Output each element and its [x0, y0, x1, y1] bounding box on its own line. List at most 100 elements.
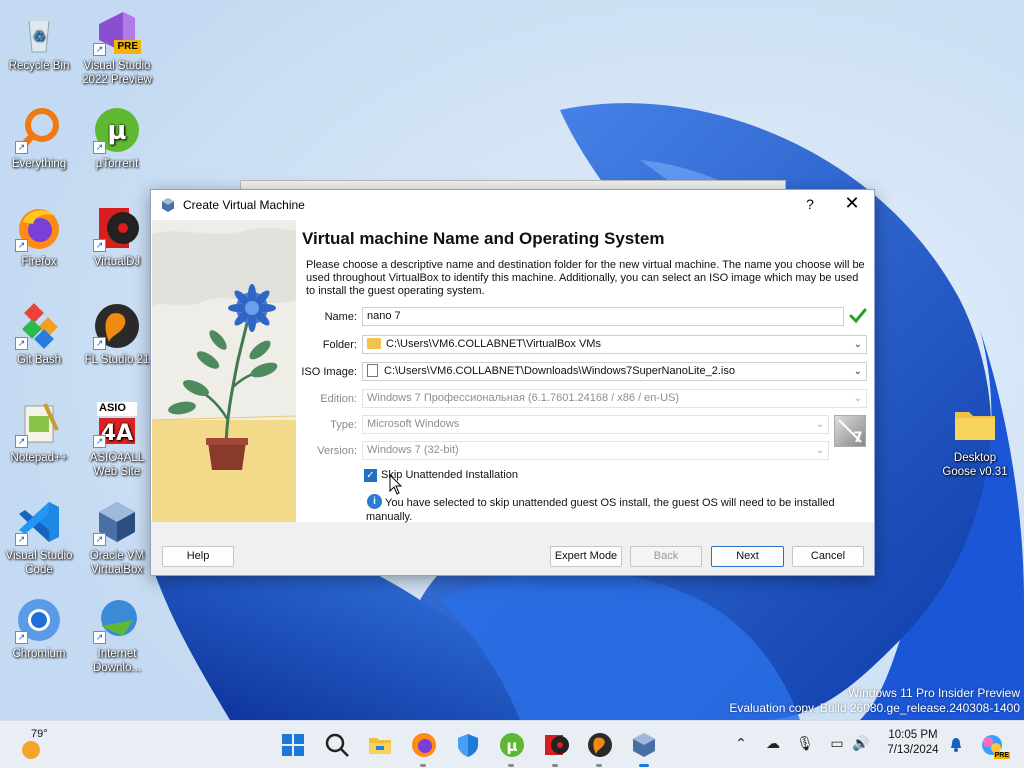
desktop-icon-virtualdj[interactable]: ↗ VirtualDJ — [78, 204, 156, 269]
firefox-taskbar-icon[interactable] — [410, 731, 438, 759]
iso-image-select[interactable]: C:\Users\VM6.COLLABNET\Downloads\Windows… — [362, 362, 867, 381]
dialog-title: Create Virtual Machine — [183, 197, 305, 212]
recycle-bin-icon: ♻ — [15, 8, 63, 56]
edition-select[interactable]: Windows 7 Профессиональная (6.1.7601.241… — [362, 389, 867, 408]
preview-badge: PRE — [114, 40, 141, 54]
chevron-down-icon: ⌄ — [815, 445, 824, 456]
chevron-down-icon[interactable]: ⌄ — [854, 363, 862, 380]
shortcut-arrow-icon: ↗ — [15, 239, 28, 252]
display-icon[interactable]: ▭ — [827, 735, 847, 752]
next-button[interactable]: Next — [711, 546, 784, 567]
weather-widget[interactable]: 79° — [18, 727, 78, 763]
folder-label: Folder: — [322, 339, 357, 351]
folder-select[interactable]: C:\Users\VM6.COLLABNET\VirtualBox VMs ⌄ — [362, 335, 867, 354]
create-vm-dialog: Create Virtual Machine ? ✕ Virtual machi… — [150, 189, 875, 576]
version-select[interactable]: Windows 7 (32-bit) ⌄ — [362, 441, 829, 460]
desktop-icon-fl-studio[interactable]: ↗ FL Studio 21 — [78, 302, 156, 367]
desktop-icon-internet-download-manager[interactable]: ↗ Internet Downlo... — [78, 596, 156, 675]
chevron-up-icon[interactable]: ⌃ — [731, 735, 751, 752]
shortcut-arrow-icon: ↗ — [93, 435, 106, 448]
iso-label: ISO Image: — [301, 366, 357, 378]
desktop-icon-vscode[interactable]: ↗ Visual Studio Code — [0, 498, 78, 577]
help-button[interactable]: Help — [162, 546, 234, 567]
desktop-icon-utorrent[interactable]: µ ↗ µTorrent — [78, 106, 156, 171]
shortcut-arrow-icon: ↗ — [93, 43, 106, 56]
edition-label: Edition: — [320, 393, 357, 405]
fl-studio-taskbar-icon[interactable] — [586, 731, 614, 759]
desktop-icon-everything[interactable]: ↗ Everything — [0, 106, 78, 171]
svg-text:µ: µ — [506, 737, 517, 755]
page-description: Please choose a descriptive name and des… — [306, 259, 865, 297]
volume-icon[interactable]: 🔊 — [851, 735, 871, 752]
back-button[interactable]: Back — [630, 546, 702, 567]
wizard-page: Virtual machine Name and Operating Syste… — [151, 219, 874, 523]
chevron-down-icon[interactable]: ⌄ — [854, 336, 862, 353]
desktop-icon-virtualbox[interactable]: ↗ Oracle VM VirtualBox — [78, 498, 156, 577]
defender-icon[interactable] — [454, 731, 482, 759]
windows-watermark: Windows 11 Pro Insider Preview Evaluatio… — [729, 686, 1020, 715]
utorrent-icon: µ ↗ — [93, 106, 141, 154]
virtualdj-taskbar-icon[interactable] — [542, 731, 570, 759]
info-message: You have selected to skip unattended gue… — [366, 497, 835, 523]
help-question-icon[interactable]: ? — [803, 196, 817, 212]
desktop-icon-recycle-bin[interactable]: ♻ Recycle Bin — [0, 8, 78, 73]
desktop-icon-desktop-goose[interactable]: Desktop Goose v0.31 — [936, 400, 1014, 479]
shortcut-arrow-icon: ↗ — [93, 239, 106, 252]
name-value: nano 7 — [367, 310, 401, 322]
weather-temperature: 79° — [31, 728, 48, 740]
desktop-icon-visual-studio-preview[interactable]: PRE ↗ Visual Studio 2022 Preview — [78, 8, 156, 87]
edition-value: Windows 7 Профессиональная (6.1.7601.241… — [367, 392, 680, 404]
os-type-icon: 7 — [834, 415, 866, 447]
chromium-icon: ↗ — [15, 596, 63, 644]
name-field[interactable]: nano 7 — [362, 307, 844, 326]
expert-mode-button[interactable]: Expert Mode — [550, 546, 622, 567]
weather-sun-icon — [22, 741, 40, 759]
firefox-icon: ↗ — [15, 204, 63, 252]
mouse-cursor-icon — [389, 474, 403, 495]
file-explorer-icon[interactable] — [366, 731, 394, 759]
search-icon[interactable] — [323, 731, 351, 759]
virtualbox-icon — [162, 197, 174, 212]
desktop-icon-git-bash[interactable]: ↗ Git Bash — [0, 302, 78, 367]
start-button[interactable] — [279, 731, 307, 759]
close-icon[interactable]: ✕ — [843, 193, 861, 214]
shortcut-arrow-icon: ↗ — [15, 435, 28, 448]
version-value: Windows 7 (32-bit) — [367, 444, 459, 456]
type-value: Microsoft Windows — [367, 418, 460, 430]
clock-date: 7/13/2024 — [887, 744, 939, 756]
microphone-icon[interactable]: 🎙 — [795, 735, 815, 752]
shortcut-arrow-icon: ↗ — [93, 337, 106, 350]
clock-time: 10:05 PM — [888, 729, 938, 741]
running-indicator — [420, 764, 426, 767]
fl-studio-icon: ↗ — [93, 302, 141, 350]
network-offline-icon[interactable]: ☁ — [763, 735, 783, 752]
shortcut-arrow-icon: ↗ — [93, 631, 106, 644]
dialog-titlebar[interactable]: Create Virtual Machine ? ✕ — [151, 190, 874, 219]
asio-wordmark: ASIO — [99, 402, 126, 414]
desktop-icon-asio4all[interactable]: 4A ASIO ↗ ASIO4ALL Web Site — [78, 400, 156, 479]
desktop-icon-notepadpp[interactable]: ↗ Notepad++ — [0, 400, 78, 465]
type-select[interactable]: Microsoft Windows ⌄ — [362, 415, 829, 434]
desktop-icon-firefox[interactable]: ↗ Firefox — [0, 204, 78, 269]
shortcut-arrow-icon: ↗ — [15, 631, 28, 644]
virtualbox-taskbar-icon[interactable] — [630, 731, 658, 759]
everything-search-icon: ↗ — [15, 106, 63, 154]
running-indicator — [552, 764, 558, 767]
desktop-icon-chromium[interactable]: ↗ Chromium — [0, 596, 78, 661]
folder-value: C:\Users\VM6.COLLABNET\VirtualBox VMs — [386, 338, 601, 350]
running-indicator — [508, 764, 514, 767]
skip-unattended-checkbox[interactable]: ✓ — [364, 469, 377, 482]
clock[interactable]: 10:05 PM 7/13/2024 — [878, 728, 948, 758]
shortcut-arrow-icon: ↗ — [93, 141, 106, 154]
page-heading: Virtual machine Name and Operating Syste… — [302, 229, 665, 248]
notification-bell-icon[interactable] — [948, 737, 964, 753]
svg-text:♻: ♻ — [33, 28, 46, 44]
shortcut-arrow-icon: ↗ — [15, 533, 28, 546]
copilot-icon[interactable]: PRE — [980, 733, 1010, 759]
utorrent-taskbar-icon[interactable]: µ — [498, 731, 526, 759]
cancel-button[interactable]: Cancel — [792, 546, 864, 567]
plant-illustration — [152, 220, 296, 522]
notepadpp-icon: ↗ — [15, 400, 63, 448]
active-indicator — [639, 764, 649, 767]
chevron-down-icon: ⌄ — [815, 419, 824, 430]
